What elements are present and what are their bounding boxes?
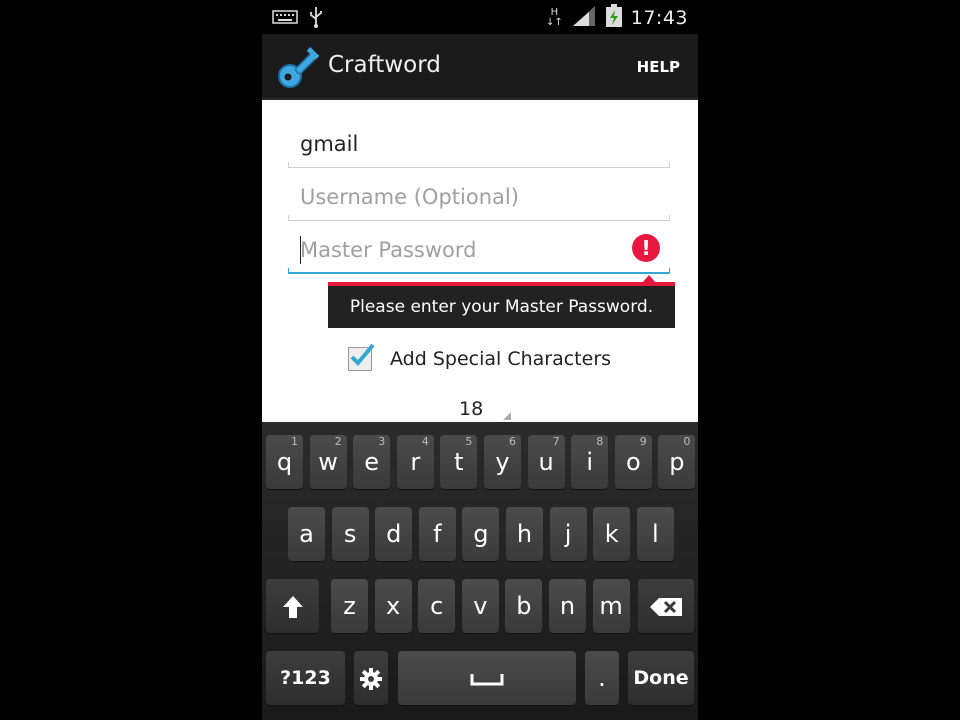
network-type-indicator: H ↓↑	[545, 7, 563, 28]
key-k[interactable]: k	[593, 507, 631, 561]
form-area: ! Please enter your Master Password. Add…	[262, 100, 698, 422]
key-icon	[276, 44, 322, 90]
key-letter: i	[586, 448, 594, 476]
key-o[interactable]: 9o	[614, 435, 652, 489]
master-password-underline	[288, 268, 670, 274]
period-key[interactable]: .	[585, 651, 619, 705]
password-length-value: 18	[459, 398, 484, 420]
username-input[interactable]	[288, 177, 640, 217]
key-letter: r	[410, 448, 421, 476]
usb-icon	[308, 6, 324, 32]
status-bar: H ↓↑ 17:43	[262, 0, 698, 34]
special-characters-option[interactable]: Add Special Characters	[348, 343, 612, 374]
clock: 17:43	[630, 7, 688, 29]
key-r[interactable]: 4r	[396, 435, 434, 489]
key-alt-number: 4	[421, 435, 429, 448]
site-field-underline	[288, 162, 670, 168]
key-a[interactable]: a	[288, 507, 325, 561]
battery-icon	[605, 4, 623, 32]
special-characters-checkbox[interactable]	[348, 343, 375, 371]
key-alt-number: 7	[552, 435, 560, 448]
key-l[interactable]: l	[636, 507, 674, 561]
key-i[interactable]: 8i	[571, 435, 609, 489]
key-c[interactable]: c	[418, 579, 456, 633]
key-h[interactable]: h	[506, 507, 543, 561]
key-alt-number: 0	[683, 435, 691, 448]
key-letter: y	[495, 448, 510, 476]
key-v[interactable]: v	[461, 579, 499, 633]
key-t[interactable]: 5t	[440, 435, 478, 489]
error-message: Please enter your Master Password.	[328, 286, 675, 328]
done-key[interactable]: Done	[628, 651, 694, 705]
key-alt-number: 1	[291, 435, 298, 448]
key-n[interactable]: n	[549, 579, 586, 633]
key-alt-number: 3	[378, 435, 386, 448]
key-w[interactable]: 2w	[309, 435, 347, 489]
key-q[interactable]: 1q	[266, 435, 303, 489]
backspace-key[interactable]	[638, 579, 694, 633]
symbols-key[interactable]: ?123	[266, 651, 345, 705]
key-letter: q	[276, 448, 293, 476]
master-password-field: !	[288, 230, 670, 274]
key-e[interactable]: 3e	[353, 435, 391, 489]
key-alt-number: 9	[639, 435, 647, 448]
backspace-icon	[649, 595, 683, 617]
special-characters-label: Add Special Characters	[390, 348, 612, 370]
length-spinner-indicator[interactable]	[503, 412, 511, 420]
key-g[interactable]: g	[462, 507, 500, 561]
app-title: Craftword	[328, 52, 441, 78]
key-z[interactable]: z	[331, 579, 368, 633]
shift-key[interactable]	[266, 579, 319, 633]
key-letter: u	[538, 448, 554, 476]
help-button[interactable]: HELP	[637, 58, 680, 76]
master-password-input[interactable]	[288, 230, 640, 270]
key-alt-number: 2	[334, 435, 342, 448]
key-alt-number: 5	[465, 435, 473, 448]
key-letter: w	[318, 448, 338, 476]
action-bar: Craftword HELP	[262, 34, 698, 100]
keyboard-icon	[272, 9, 298, 29]
key-s[interactable]: s	[331, 507, 369, 561]
space-key[interactable]	[398, 651, 576, 705]
text-cursor	[300, 236, 301, 264]
key-d[interactable]: d	[375, 507, 413, 561]
signal-icon	[571, 5, 597, 31]
error-popup: Please enter your Master Password.	[328, 275, 675, 328]
key-x[interactable]: x	[374, 579, 412, 633]
key-b[interactable]: b	[505, 579, 543, 633]
error-icon[interactable]: !	[632, 234, 660, 262]
username-field	[288, 177, 670, 221]
key-alt-number: 6	[509, 435, 516, 448]
key-y[interactable]: 6y	[484, 435, 521, 489]
soft-keyboard: 1q2w3e4r5t6y7u8i9o0p asdfghjkl zxcvbnm ?…	[262, 422, 698, 720]
key-alt-number: 8	[596, 435, 604, 448]
shift-arrow-icon	[281, 595, 305, 618]
gear-icon	[359, 667, 383, 690]
key-m[interactable]: m	[592, 579, 630, 633]
site-field	[288, 124, 670, 168]
key-letter: t	[454, 448, 464, 476]
key-letter: e	[364, 448, 380, 476]
username-field-underline	[288, 215, 670, 221]
key-u[interactable]: 7u	[527, 435, 565, 489]
key-letter: p	[669, 448, 685, 476]
settings-key[interactable]	[354, 651, 388, 705]
key-f[interactable]: f	[418, 507, 456, 561]
key-p[interactable]: 0p	[658, 435, 696, 489]
key-j[interactable]: j	[549, 507, 587, 561]
space-bar-icon	[470, 664, 504, 692]
key-letter: o	[625, 448, 641, 476]
phone-screen: H ↓↑ 17:43 Craftword HELP gmail Username…	[262, 0, 698, 720]
site-input[interactable]	[288, 124, 640, 164]
